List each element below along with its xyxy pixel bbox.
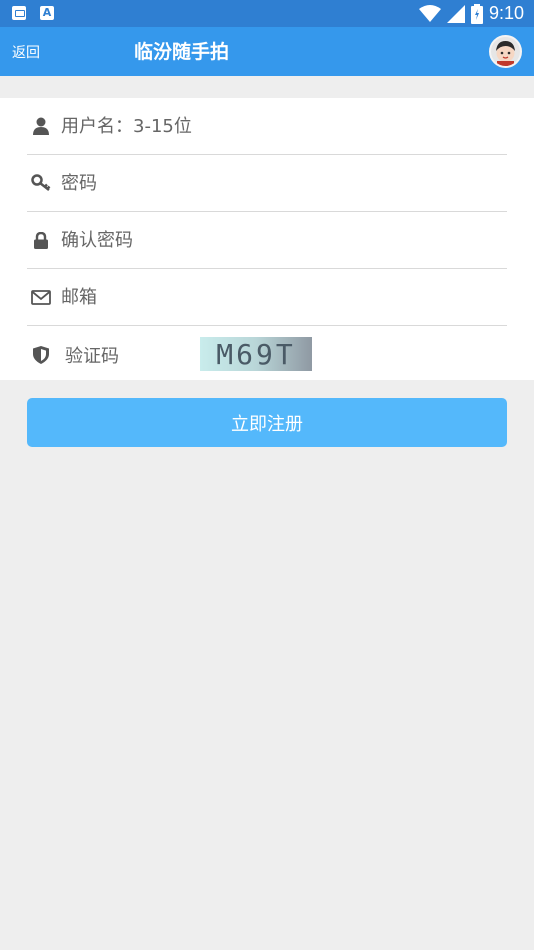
register-button[interactable]: 立即注册 [27,398,507,447]
password-row [27,155,507,212]
username-input[interactable] [61,115,461,137]
user-avatar-icon [496,41,515,66]
confirm-password-input[interactable] [61,229,461,251]
status-left: A [12,6,54,20]
email-row [27,269,507,326]
envelope-icon [27,283,55,311]
shield-icon [27,341,55,369]
status-time: 9:10 [488,3,524,23]
password-input[interactable] [61,172,461,194]
key-icon [27,169,55,197]
signal-icon [446,4,465,23]
a-icon: A [40,6,54,20]
confirm-password-row [27,212,507,269]
username-row [27,98,507,155]
captcha-label[interactable]: 验证码 [65,342,119,368]
avatar[interactable] [489,35,522,68]
wifi-icon [418,4,441,22]
register-form: 验证码 M69T [0,98,534,380]
page-title: 临汾随手拍 [134,41,230,63]
battery-icon [470,3,483,24]
mail-icon [12,6,26,20]
user-icon [27,112,55,140]
lock-icon [27,226,55,254]
status-right: 9:10 [418,3,524,24]
email-input[interactable] [61,286,461,308]
captcha-image[interactable]: M69T [200,337,312,371]
back-button[interactable]: 返回 [12,42,40,62]
captcha-row: 验证码 M69T [27,326,507,383]
app-bar: 返回 临汾随手拍 [0,27,534,76]
status-bar: A 9:10 [0,0,534,27]
